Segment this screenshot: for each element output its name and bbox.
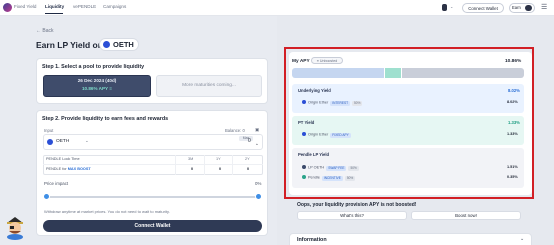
chevron-down-icon[interactable]: ⌄ [85,138,89,144]
table-divider [175,155,176,175]
oeth-token-icon [103,41,110,48]
connect-wallet-top-button[interactable]: Connect Wallet [462,3,504,13]
withdraw-note: Withdraw anytime at market prices. You d… [44,209,170,214]
input-label: Input [44,128,54,133]
nav-item-vependle[interactable]: vePENDLE [73,4,96,9]
table-divider [43,164,263,165]
page-title: Earn LP Yield on [36,40,103,50]
nav-item-fixed-yield[interactable]: Fixed Yield [14,4,36,9]
pool-coming-label: More maturities coming... [182,83,236,88]
not-boosted-notice: Oops, your liquidity provision APY is no… [297,202,417,208]
back-link[interactable]: ← Back [36,28,54,34]
price-impact-label: Price impact [44,181,69,186]
row-label-prefix: PENDLE for [46,167,68,171]
hamburger-menu-icon[interactable]: ☰ [541,4,549,12]
column-header-1y: 1Y [216,157,221,161]
active-nav-underline [45,13,63,14]
chevron-down-icon[interactable]: ⌄ [520,236,524,242]
table-cell: 0 [191,167,194,171]
boost-now-button[interactable]: Boost now! [411,211,521,220]
whats-this-button[interactable]: What's this? [297,211,407,220]
slider-handle-right[interactable] [255,193,262,200]
pendle-logo-icon[interactable] [3,3,12,12]
column-header-3m: 3M [188,157,194,161]
pirate-avatar-icon[interactable] [4,214,26,240]
column-header-2y: 2Y [245,157,250,161]
amount-input[interactable]: 0 [248,138,251,144]
table-cell: 0 [219,167,222,171]
chevron-up-icon[interactable]: ⌃ [255,143,259,149]
lock-time-header: PENDLE Lock Time [46,157,80,161]
network-icon[interactable] [442,4,447,11]
liquidity-slider-track[interactable] [47,196,258,198]
oeth-token-icon [47,139,53,145]
max-boost-row-label: PENDLE for MAX BOOST [46,167,91,171]
toggle-knob [525,5,532,11]
highlight-box [284,47,534,199]
token-badge-label: OETH [113,40,134,49]
price-impact-value: 0% [255,181,262,186]
balance-label: Balance: 0 [225,128,245,133]
step2-title: Step 2. Provide liquidity to earn fees a… [42,116,169,122]
max-boost-label: MAX BOOST [67,167,91,171]
step1-title: Step 1. Select a pool to provide liquidi… [42,64,145,70]
table-divider [204,155,205,175]
input-token-select[interactable]: OETH [56,139,69,144]
nav-item-liquidity[interactable]: Liquidity [45,4,64,9]
pool-apy: 10.86% APY ≡ [81,86,112,91]
chevron-down-icon[interactable]: ⌄ [450,4,453,9]
information-title: Information [297,237,327,243]
wallet-icon: ▣ [255,127,260,132]
table-divider [232,155,233,175]
earn-mode-label: Earn [512,5,521,10]
connect-wallet-button[interactable]: Connect Wallet [43,220,262,232]
slider-handle-left[interactable] [43,193,50,200]
pool-maturity-date: 26 Dec 2024 (40d) [77,78,117,83]
nav-item-campaigns[interactable]: Campaigns [103,4,126,9]
amount-input-row[interactable] [43,134,263,150]
table-cell: 0 [247,167,250,171]
